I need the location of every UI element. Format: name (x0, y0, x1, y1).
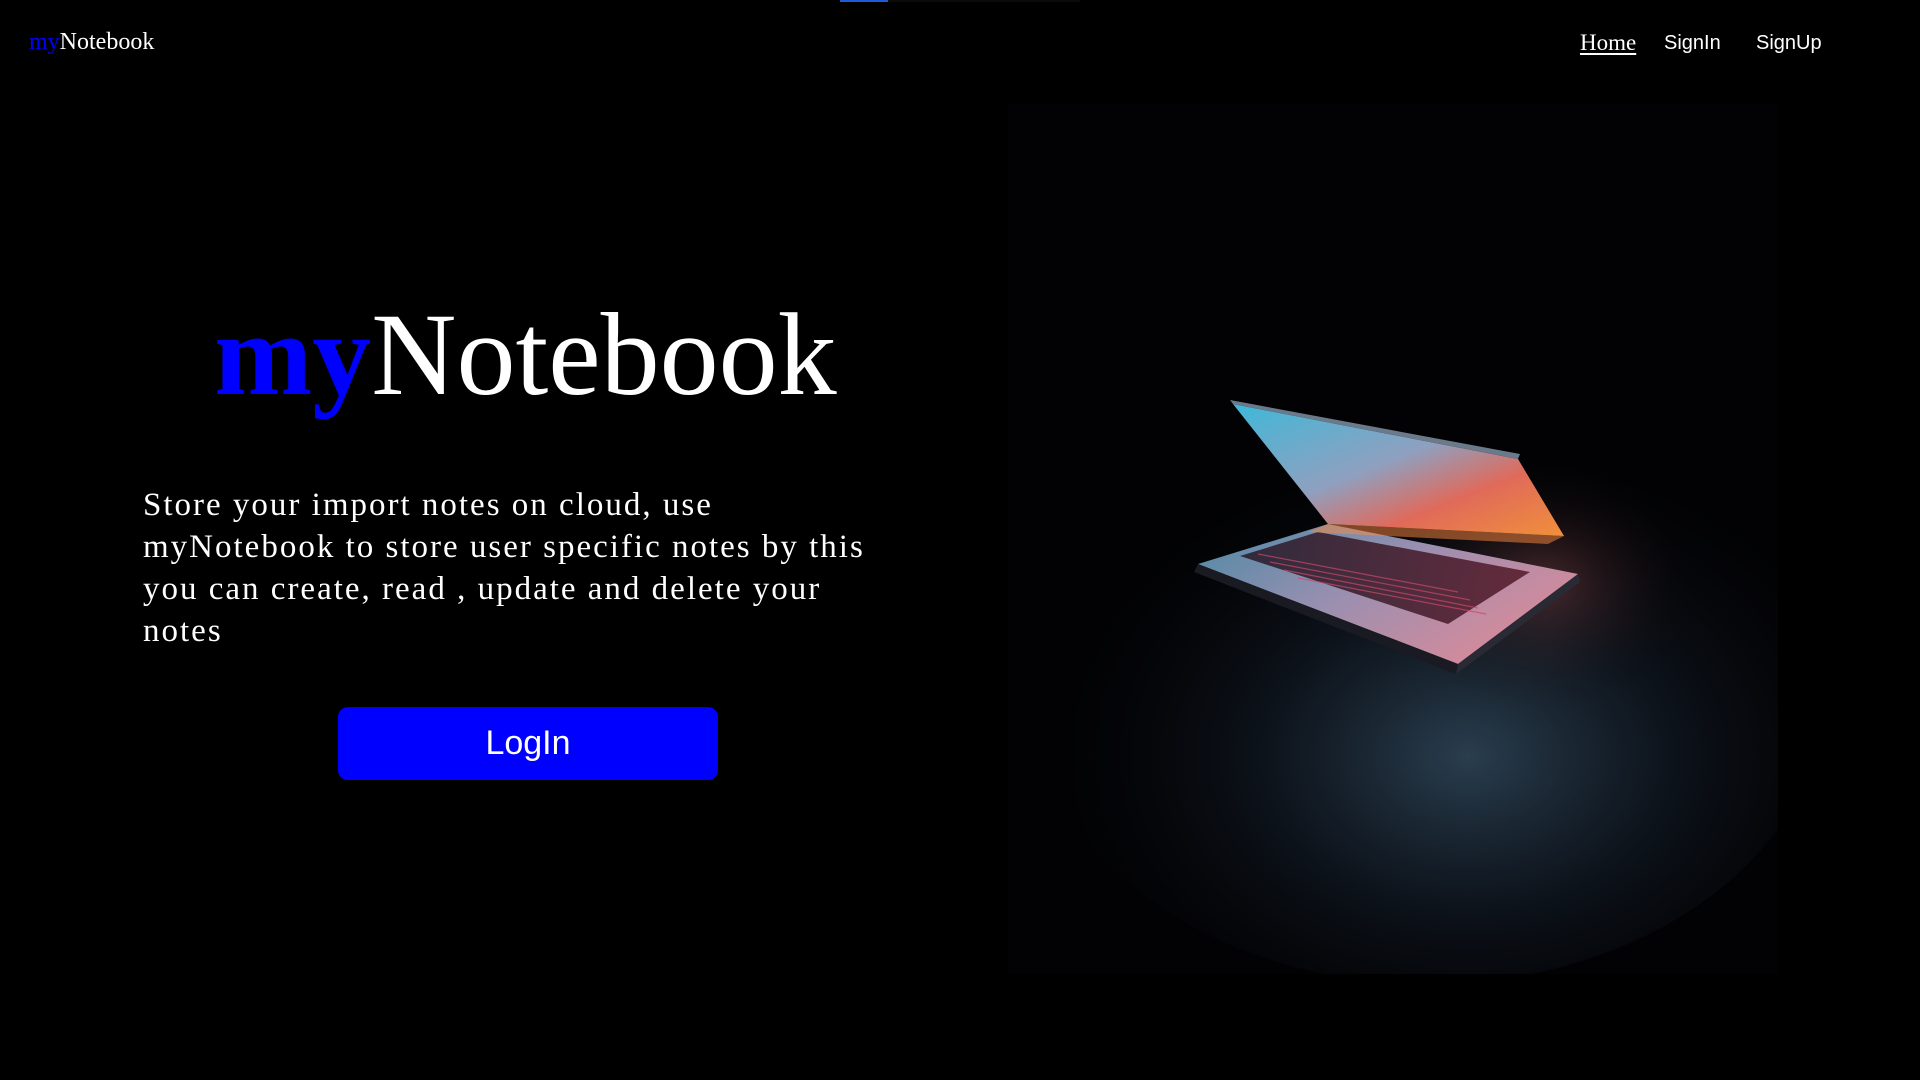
hero-description: Store your import notes on cloud, use my… (143, 487, 865, 649)
nav-link-signup[interactable]: SignUp (1756, 32, 1822, 55)
login-button[interactable]: LogIn (338, 707, 718, 780)
loading-bar (840, 0, 1080, 2)
brand-suffix: Notebook (59, 29, 155, 55)
hero-title: myNotebook (214, 296, 837, 414)
laptop-illustration (1008, 104, 1778, 974)
brand-prefix: my (29, 29, 60, 55)
loading-bar-progress (840, 0, 888, 2)
hero-title-prefix: my (214, 289, 372, 420)
brand-logo-link[interactable]: myNotebook (29, 29, 154, 56)
hero-title-suffix: Notebook (371, 289, 837, 420)
laptop-photo (1008, 104, 1778, 974)
navbar: myNotebook Home SignIn SignUp (0, 0, 1920, 90)
nav-link-signin[interactable]: SignIn (1664, 32, 1721, 55)
nav-link-home[interactable]: Home (1580, 30, 1636, 56)
